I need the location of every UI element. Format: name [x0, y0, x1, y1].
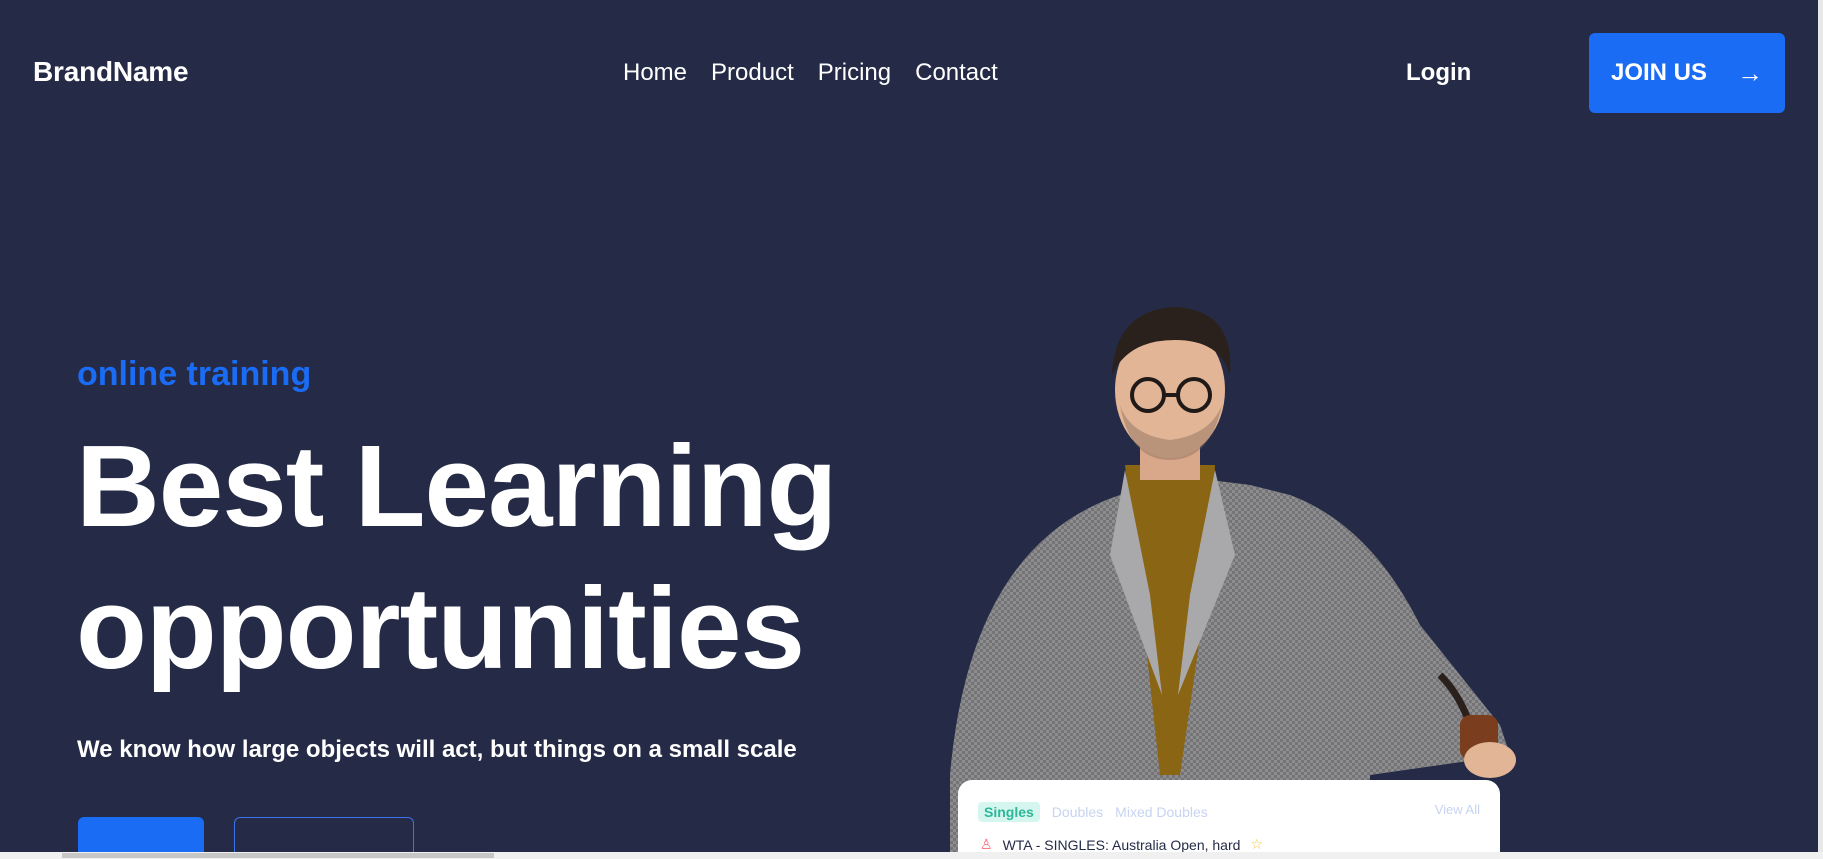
join-us-label: JOIN US [1610, 59, 1708, 86]
hero-headline-line1: Best Learning [76, 421, 837, 551]
nav-links: Home Product Pricing Contact [623, 59, 998, 87]
tab-singles[interactable]: Singles [978, 802, 1040, 822]
join-us-button[interactable]: JOIN US → [1589, 33, 1785, 113]
nav-pricing-link[interactable]: Pricing [818, 59, 891, 87]
horizontal-scrollbar[interactable] [0, 852, 1823, 859]
user-icon: ♙ [980, 836, 993, 852]
arrow-right-icon: → [1737, 57, 1764, 88]
hero-subtext: We know how large objects will act, but … [77, 736, 797, 763]
card-tabs: Singles Doubles Mixed Doubles [978, 802, 1208, 822]
nav-contact-link[interactable]: Contact [915, 59, 998, 87]
hero-eyebrow: online training [77, 355, 312, 393]
view-all-link[interactable]: View All [1435, 802, 1480, 817]
hero-headline-line2: opportunities [76, 563, 805, 693]
match-title: WTA - SINGLES: Australia Open, hard [1002, 836, 1241, 853]
hero-headline: Best Learning opportunities [76, 415, 976, 699]
match-card: Singles Doubles Mixed Doubles View All ♙… [958, 780, 1500, 859]
brand-logo[interactable]: BrandName [33, 56, 189, 88]
tab-mixed-doubles[interactable]: Mixed Doubles [1115, 802, 1208, 822]
hero-person-image [950, 307, 1516, 855]
scrollbar-thumb[interactable] [62, 853, 494, 858]
navbar: BrandName Home Product Pricing Contact L… [0, 0, 1823, 150]
login-link[interactable]: Login [1406, 59, 1471, 87]
vertical-scrollbar[interactable] [1818, 0, 1823, 852]
tab-doubles[interactable]: Doubles [1052, 802, 1103, 822]
star-icon[interactable]: ☆ [1250, 836, 1263, 853]
list-item[interactable]: ♙ WTA - SINGLES: Australia Open, hard ☆ [980, 836, 1263, 853]
nav-product-link[interactable]: Product [711, 59, 794, 87]
nav-home-link[interactable]: Home [623, 59, 687, 87]
